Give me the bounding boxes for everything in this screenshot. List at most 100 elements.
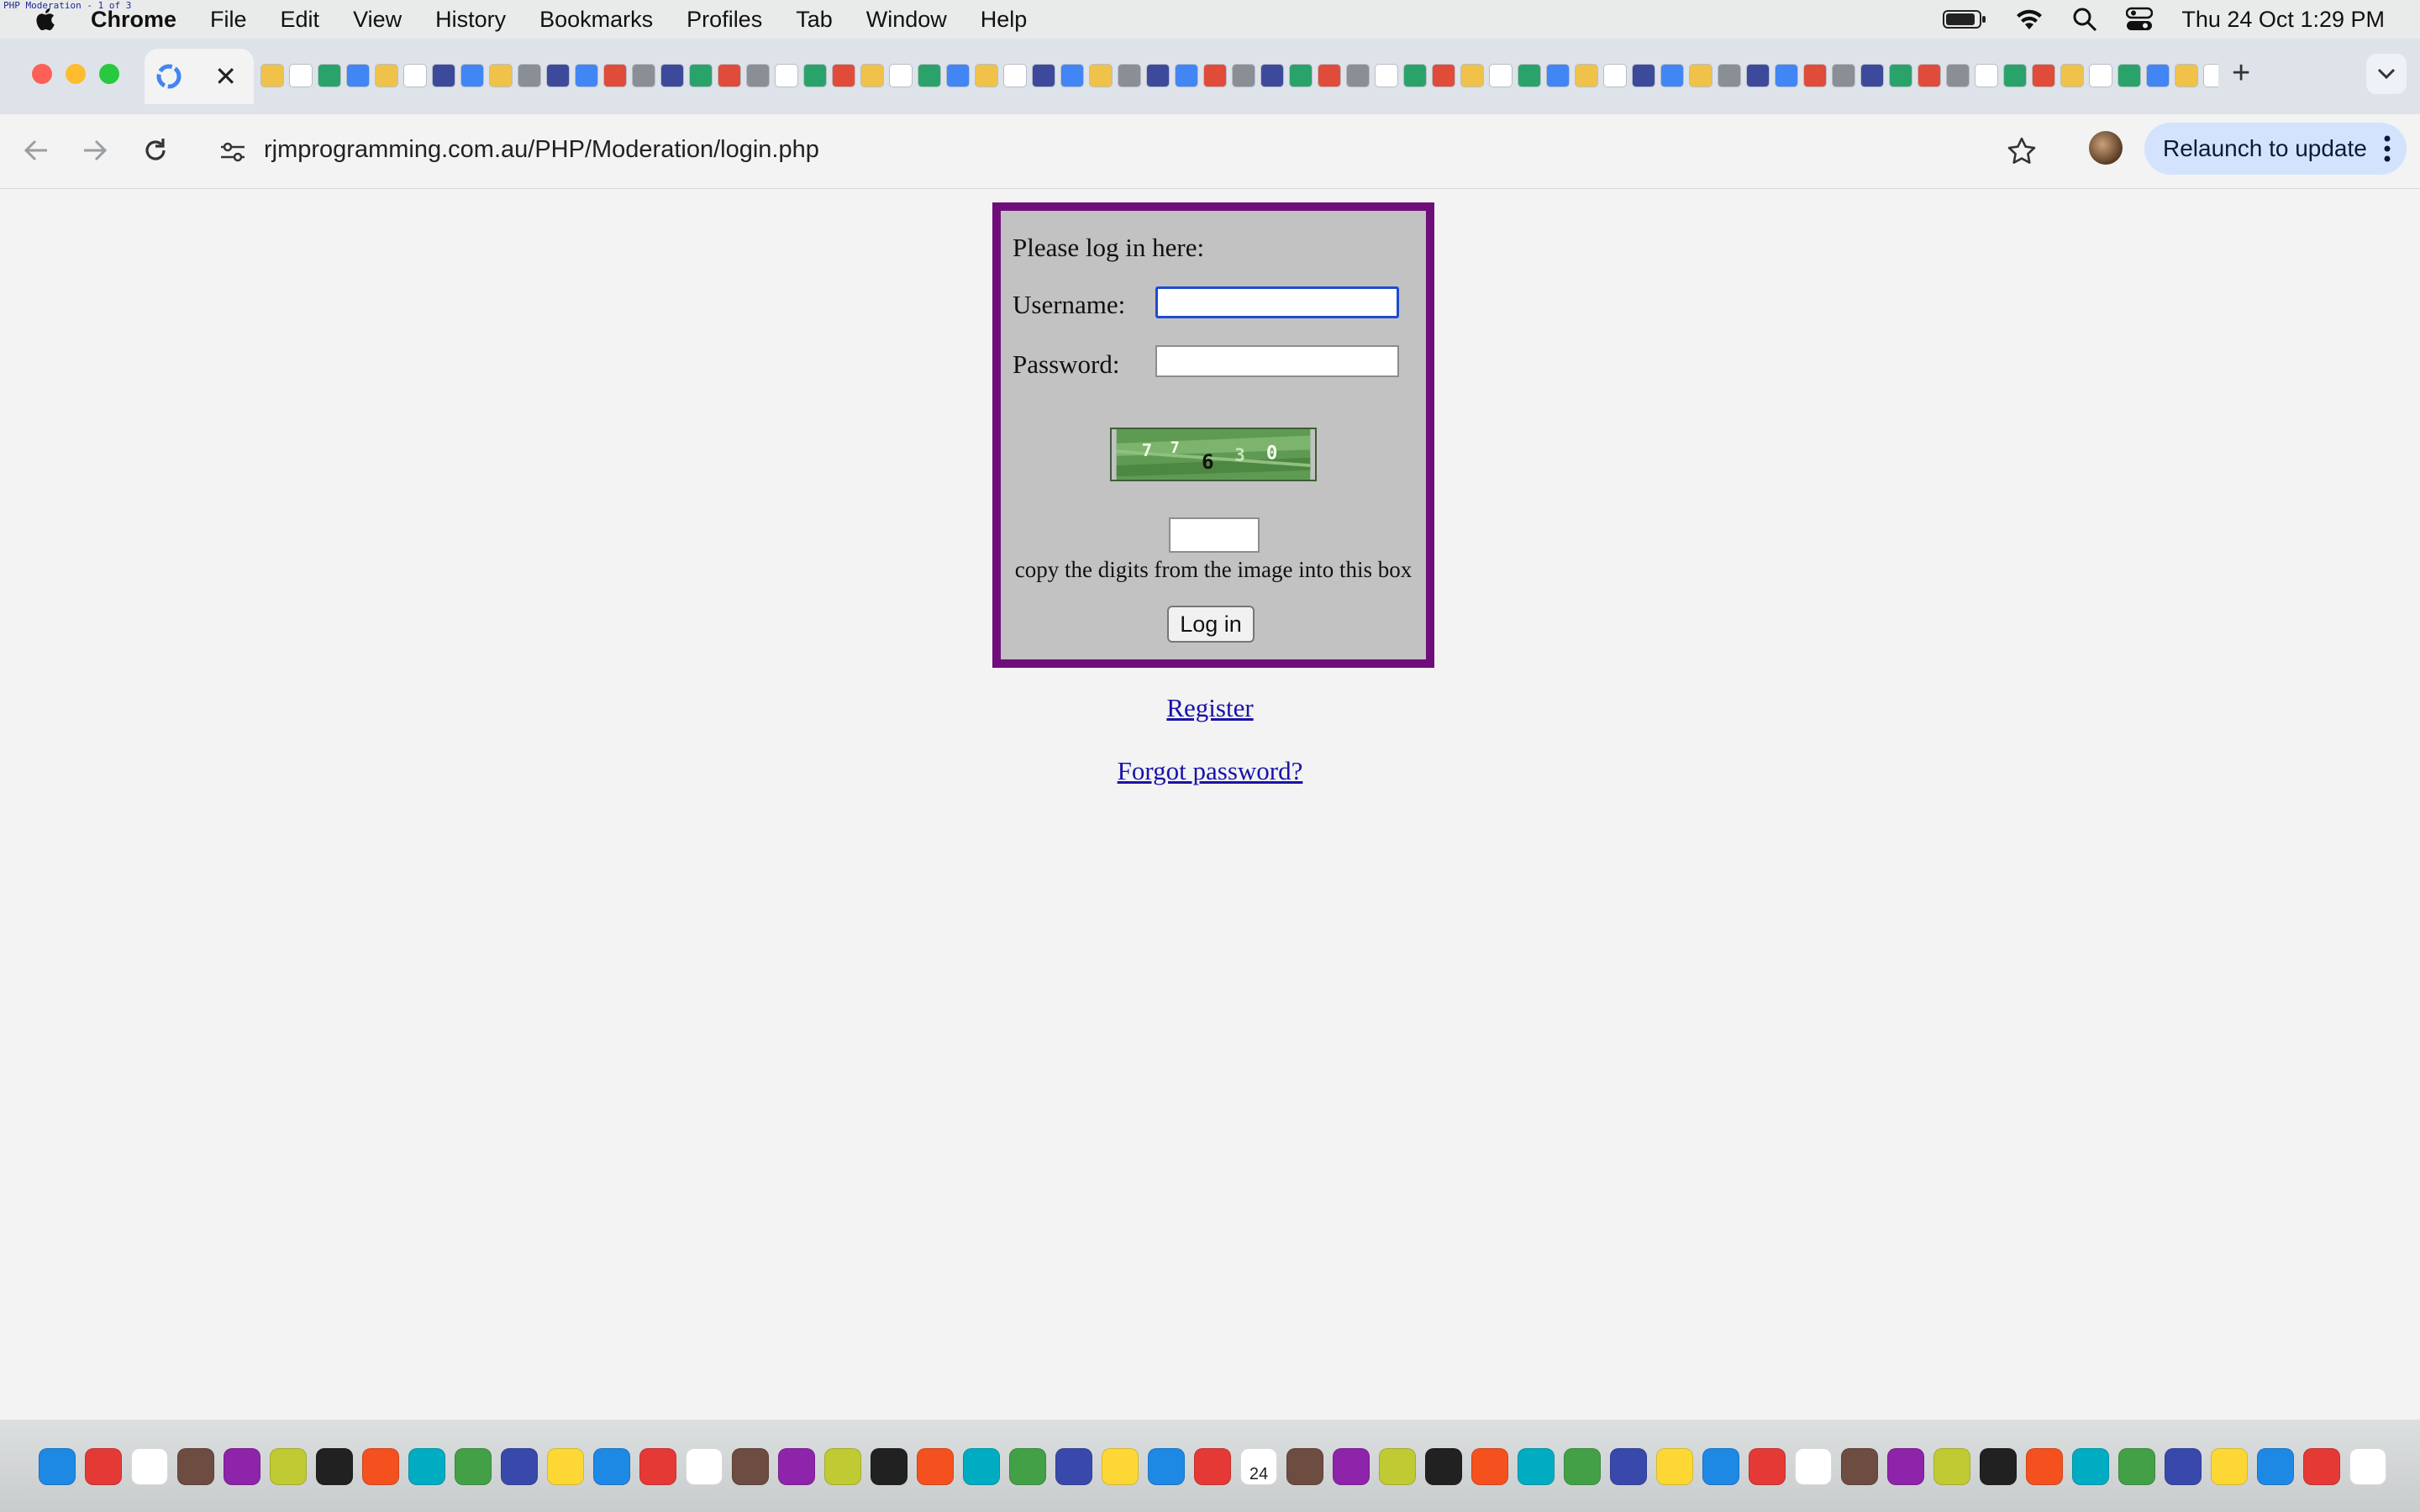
background-tab[interactable] [1003,64,1027,87]
background-tab[interactable] [432,64,455,87]
background-tab[interactable] [603,64,627,87]
background-tab[interactable] [2118,64,2141,87]
dock-app-icon[interactable] [1656,1448,1693,1485]
background-tab[interactable] [1975,64,1998,87]
background-tab[interactable] [2089,64,2112,87]
background-tab[interactable] [260,64,284,87]
background-tab[interactable] [289,64,313,87]
background-tab[interactable] [1860,64,1884,87]
dock-app-icon[interactable] [917,1448,954,1485]
background-tab[interactable] [832,64,855,87]
close-tab-icon[interactable]: ✕ [214,60,237,92]
dock-app-icon[interactable] [408,1448,445,1485]
background-tab[interactable] [1603,64,1627,87]
dock-app-icon[interactable] [2118,1448,2155,1485]
control-center-icon[interactable] [2126,7,2154,32]
dock-app-icon[interactable] [1933,1448,1970,1485]
background-tab[interactable] [318,64,341,87]
background-tab[interactable] [1660,64,1684,87]
dock-app-icon[interactable] [501,1448,538,1485]
dock-app-icon[interactable] [1102,1448,1139,1485]
background-tab[interactable] [1546,64,1570,87]
background-tab[interactable] [1632,64,1655,87]
dock-app-icon[interactable] [362,1448,399,1485]
background-tab[interactable] [403,64,427,87]
password-input[interactable] [1155,345,1399,377]
dock-app-icon[interactable] [39,1448,76,1485]
background-tab[interactable] [1575,64,1598,87]
background-tab[interactable] [1489,64,1512,87]
dock-app-icon[interactable] [547,1448,584,1485]
new-tab-button[interactable]: + [2232,55,2250,92]
wifi-icon[interactable] [2015,8,2044,31]
menu-history[interactable]: History [435,7,506,33]
background-tab[interactable] [375,64,398,87]
dock-app-icon[interactable] [131,1448,168,1485]
background-tab[interactable] [2032,64,2055,87]
background-tab[interactable] [518,64,541,87]
dock-app-icon[interactable] [686,1448,723,1485]
background-tab[interactable] [918,64,941,87]
background-tab[interactable] [2003,64,2027,87]
username-input[interactable] [1155,286,1399,318]
forward-button[interactable] [81,136,109,169]
dock-app-icon[interactable] [1610,1448,1647,1485]
dock-app-icon[interactable] [1333,1448,1370,1485]
dock-app-icon[interactable] [2026,1448,2063,1485]
dock-app-icon[interactable] [1702,1448,1739,1485]
dock-app-icon[interactable] [224,1448,260,1485]
background-tab[interactable] [860,64,884,87]
background-tab[interactable] [1232,64,1255,87]
background-tab[interactable] [1460,64,1484,87]
dock-app-icon[interactable] [1749,1448,1786,1485]
dock-app-icon[interactable] [871,1448,908,1485]
background-tab[interactable] [689,64,713,87]
menu-help[interactable]: Help [981,7,1028,33]
register-link[interactable]: Register [0,693,2420,723]
background-tab[interactable] [718,64,741,87]
menu-profiles[interactable]: Profiles [687,7,762,33]
background-tab[interactable] [1746,64,1770,87]
menu-tab[interactable]: Tab [796,7,833,33]
background-tab[interactable] [1432,64,1455,87]
relaunch-to-update-button[interactable]: Relaunch to update [2144,123,2407,175]
background-tab[interactable] [1718,64,1741,87]
dock-app-icon[interactable] [1471,1448,1508,1485]
background-tab[interactable] [1775,64,1798,87]
menu-file[interactable]: File [210,7,247,33]
dock-app-icon[interactable] [455,1448,492,1485]
background-tab[interactable] [1032,64,1055,87]
background-tab[interactable] [746,64,770,87]
dock-app-icon[interactable] [177,1448,214,1485]
spotlight-search-icon[interactable] [2072,7,2097,32]
background-tab[interactable] [975,64,998,87]
captcha-input[interactable] [1169,517,1260,553]
dock-app-icon[interactable] [1518,1448,1555,1485]
dock-app-icon[interactable] [1841,1448,1878,1485]
dock-app-icon[interactable]: 24 [1240,1448,1277,1485]
background-tab[interactable] [1146,64,1170,87]
dock-app-icon[interactable] [1887,1448,1924,1485]
dock-app-icon[interactable] [1564,1448,1601,1485]
background-tab[interactable] [946,64,970,87]
dock-app-icon[interactable] [85,1448,122,1485]
background-tab[interactable] [2203,64,2218,87]
background-tab[interactable] [346,64,370,87]
background-tab[interactable] [1832,64,1855,87]
background-tab[interactable] [2175,64,2198,87]
dock-app-icon[interactable] [1425,1448,1462,1485]
battery-icon[interactable] [1943,8,1986,30]
background-tab[interactable] [1060,64,1084,87]
menubar-clock[interactable]: Thu 24 Oct 1:29 PM [2181,7,2385,33]
background-tab[interactable] [1346,64,1370,87]
address-bar[interactable]: rjmprogramming.com.au/PHP/Moderation/log… [205,124,2037,178]
dock-app-icon[interactable] [2303,1448,2340,1485]
background-tab[interactable] [1689,64,1712,87]
menu-window[interactable]: Window [866,7,947,33]
background-tab[interactable] [1289,64,1313,87]
profile-avatar[interactable] [2089,131,2123,165]
reload-button[interactable] [141,136,170,169]
background-tab[interactable] [2060,64,2084,87]
menu-edit[interactable]: Edit [281,7,320,33]
background-tab[interactable] [575,64,598,87]
